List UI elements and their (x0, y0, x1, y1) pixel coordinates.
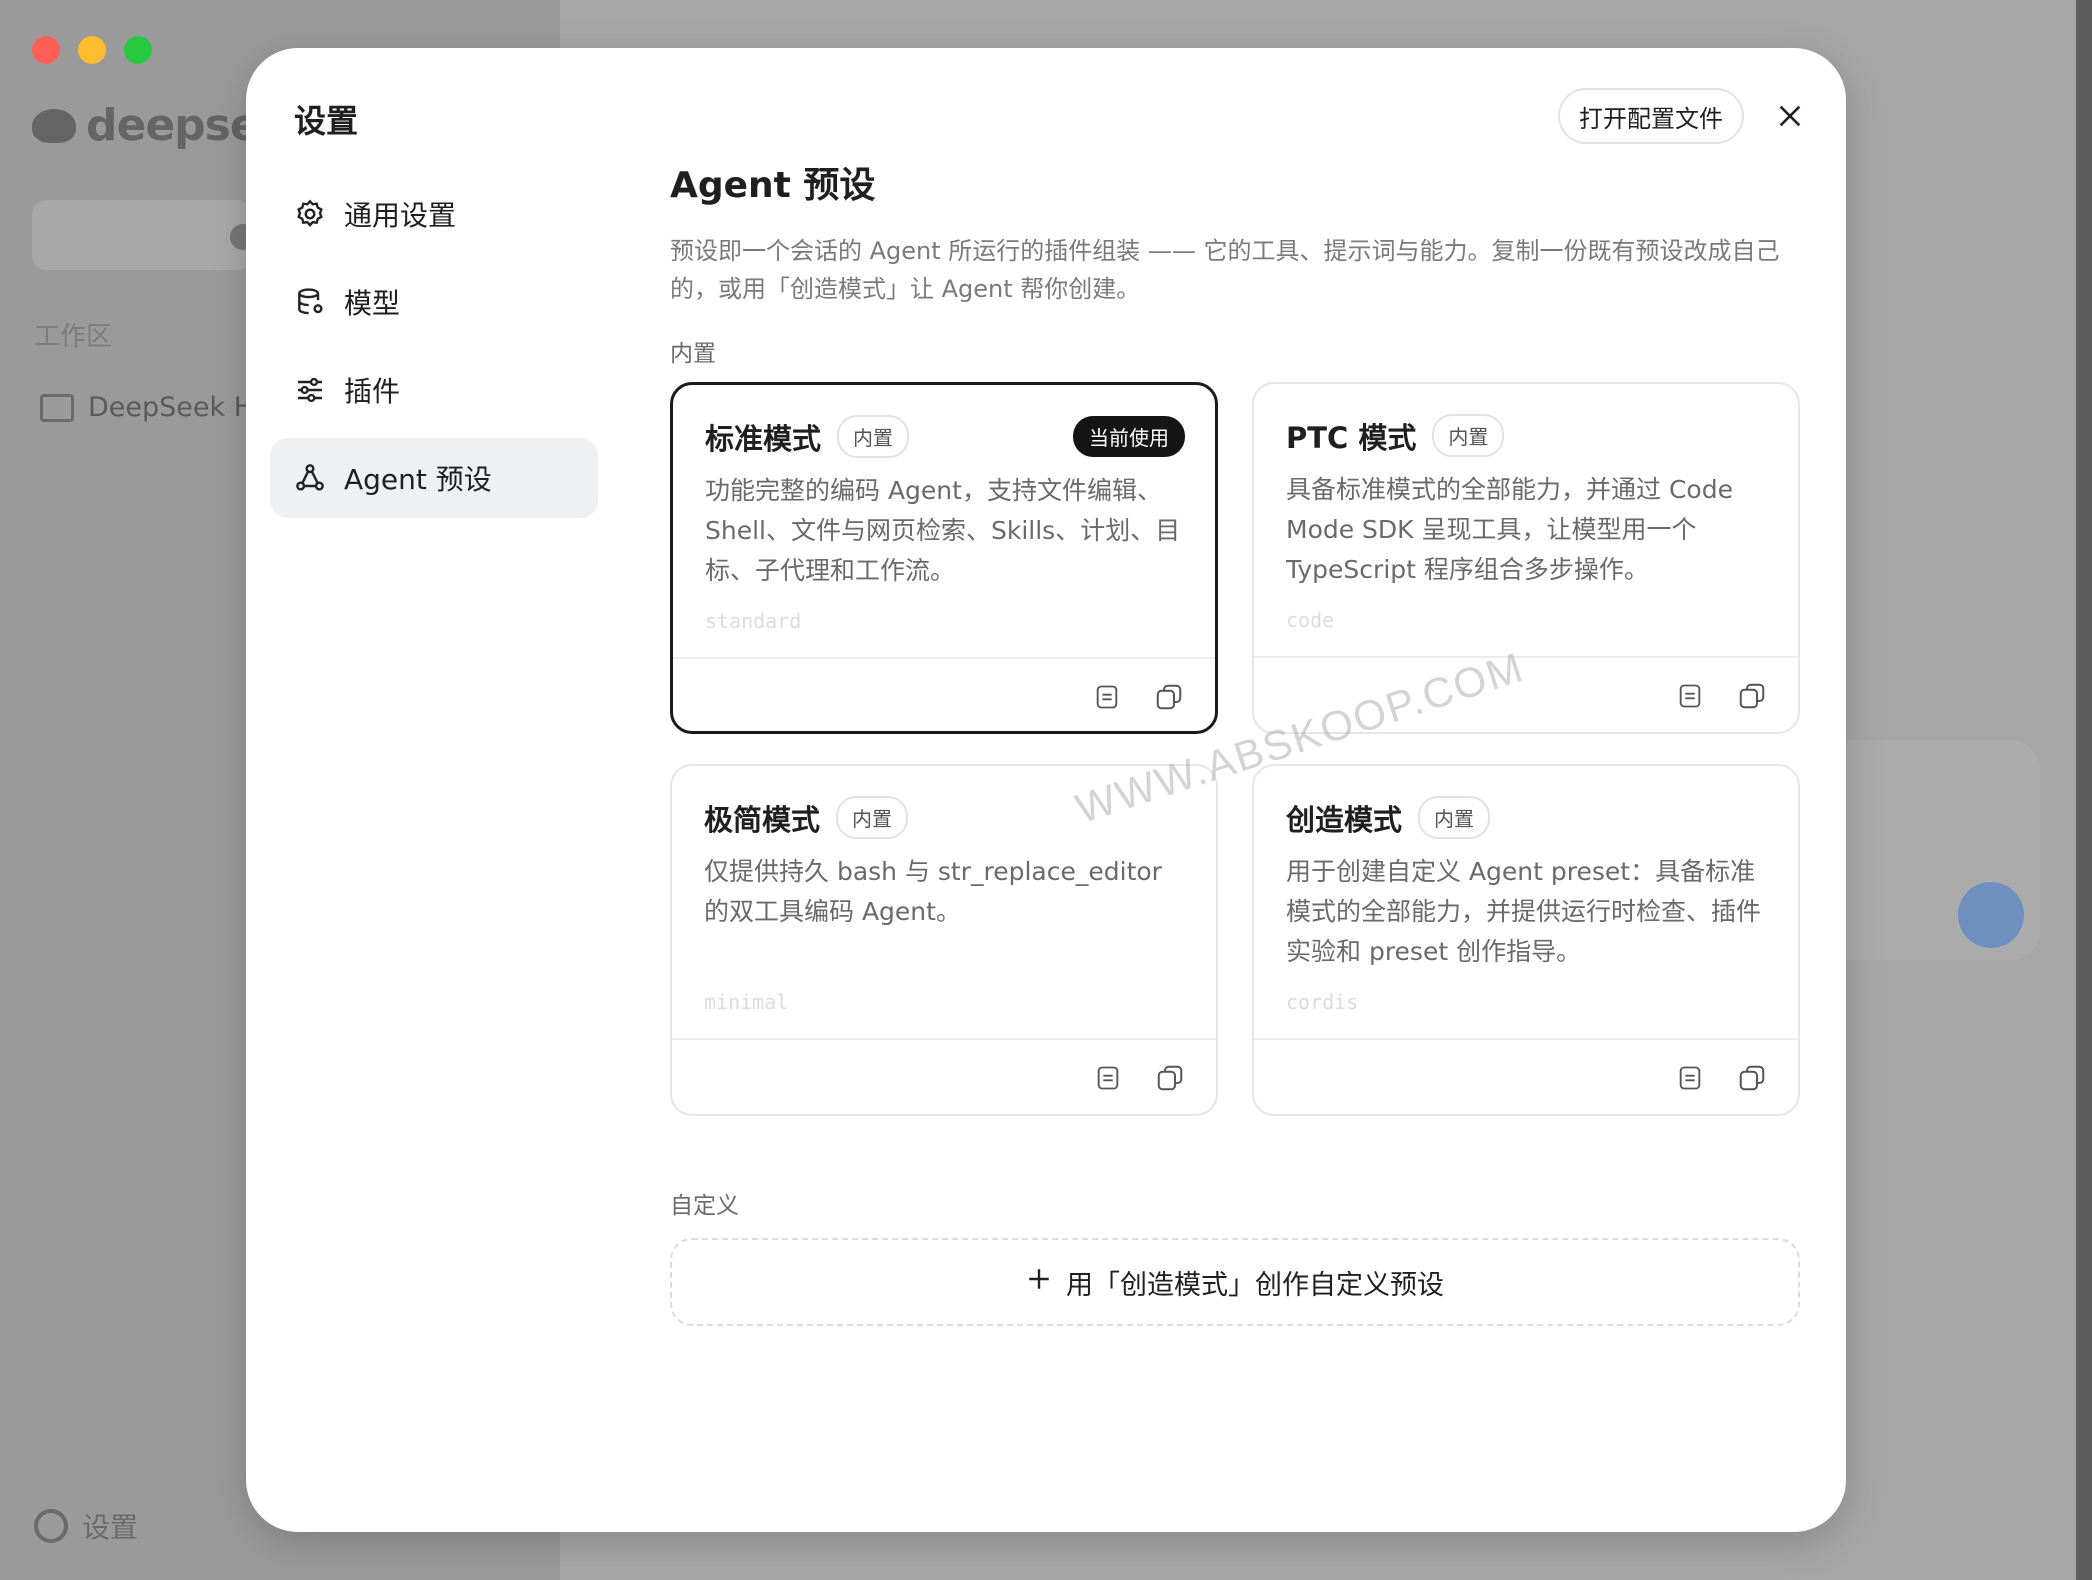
workspace-section-label: 工作区 (34, 322, 113, 352)
plus-icon (1026, 1266, 1052, 1299)
gear-icon (34, 1509, 68, 1543)
nav-item-models[interactable]: 模型 (270, 262, 598, 342)
modal-title: 设置 (294, 102, 359, 140)
send-icon (1958, 882, 2024, 948)
background-settings-label: 设置 (82, 1511, 139, 1544)
view-doc-icon[interactable] (1091, 681, 1123, 713)
preset-id: standard (705, 609, 802, 633)
preset-id: code (1286, 608, 1335, 632)
view-doc-icon[interactable] (1674, 1062, 1706, 1094)
page-title: Agent 预设 (670, 165, 876, 206)
preset-card-standard[interactable]: 标准模式 内置 当前使用 功能完整的编码 Agent，支持文件编辑、Shell、… (670, 382, 1218, 734)
create-custom-preset-button[interactable]: 用「创造模式」创作自定义预设 (670, 1238, 1800, 1326)
card-actions (1674, 1062, 1768, 1094)
whale-logo-icon (32, 108, 76, 143)
card-divider (1254, 1038, 1798, 1040)
preset-description: 用于创建自定义 Agent preset：具备标准模式的全部能力，并提供运行时检… (1286, 857, 1762, 966)
window-minimize-dot[interactable] (78, 36, 106, 64)
nav-item-label: Agent 预设 (344, 463, 492, 496)
create-custom-label: 用「创造模式」创作自定义预设 (1066, 1269, 1444, 1301)
page-description: 预设即一个会话的 Agent 所运行的插件组装 —— 它的工具、提示词与能力。复… (670, 237, 1780, 303)
preset-grid: 标准模式 内置 当前使用 功能完整的编码 Agent，支持文件编辑、Shell、… (670, 382, 1800, 1122)
background-edge (2076, 0, 2092, 1580)
nav-item-agent-presets[interactable]: Agent 预设 (270, 438, 598, 518)
preset-title: 标准模式 (705, 421, 822, 456)
nav-item-general[interactable]: 通用设置 (270, 174, 598, 254)
view-doc-icon[interactable] (1674, 680, 1706, 712)
builtin-badge: 内置 (1432, 414, 1505, 457)
copy-icon[interactable] (1736, 680, 1768, 712)
preset-title: 极简模式 (704, 802, 821, 837)
nav-item-label: 插件 (344, 375, 401, 408)
preset-card-cordis[interactable]: 创造模式 内置 用于创建自定义 Agent preset：具备标准模式的全部能力… (1252, 764, 1800, 1116)
workspace-folder-item: DeepSeek H (40, 392, 254, 423)
builtin-badge: 内置 (1418, 796, 1491, 839)
preset-card-code[interactable]: PTC 模式 内置 具备标准模式的全部能力，并通过 Code Mode SDK … (1252, 382, 1800, 734)
card-divider (1254, 656, 1798, 658)
card-actions (1091, 681, 1185, 713)
custom-section-label: 自定义 (670, 1193, 739, 1219)
database-icon (294, 286, 326, 318)
copy-icon[interactable] (1154, 1062, 1186, 1094)
preset-card-header: 创造模式 内置 (1286, 796, 1768, 839)
preset-card-header: 极简模式 内置 (704, 796, 1186, 839)
preset-title: 创造模式 (1286, 802, 1403, 837)
view-doc-icon[interactable] (1092, 1062, 1124, 1094)
preset-description: 具备标准模式的全部能力，并通过 Code Mode SDK 呈现工具，让模型用一… (1286, 475, 1733, 584)
preset-card-header: 标准模式 内置 当前使用 (705, 415, 1185, 458)
preset-id: minimal (704, 990, 789, 1014)
preset-id: cordis (1286, 990, 1359, 1014)
copy-icon[interactable] (1153, 681, 1185, 713)
nav-item-label: 模型 (344, 287, 401, 320)
window-close-dot[interactable] (32, 36, 60, 64)
preset-card-header: PTC 模式 内置 (1286, 414, 1768, 457)
sliders-icon (294, 374, 326, 406)
preset-description: 仅提供持久 bash 与 str_replace_editor 的双工具编码 A… (704, 857, 1162, 926)
presets-content: Agent 预设 预设即一个会话的 Agent 所运行的插件组装 —— 它的工具… (670, 156, 1800, 368)
preset-title: PTC 模式 (1286, 420, 1417, 455)
open-config-button[interactable]: 打开配置文件 (1558, 88, 1744, 144)
card-divider (673, 657, 1215, 659)
nav-item-label: 通用设置 (344, 199, 457, 232)
window-zoom-dot[interactable] (124, 36, 152, 64)
preset-card-minimal[interactable]: 极简模式 内置 仅提供持久 bash 与 str_replace_editor … (670, 764, 1218, 1116)
nav-item-plugins[interactable]: 插件 (270, 350, 598, 430)
folder-icon (40, 393, 74, 422)
settings-nav: 通用设置 模型 插件 Agent 预设 (270, 174, 598, 526)
builtin-section-label: 内置 (670, 341, 716, 367)
current-badge: 当前使用 (1073, 416, 1185, 457)
background-settings-link: 设置 (34, 1506, 138, 1546)
card-actions (1092, 1062, 1186, 1094)
card-actions (1674, 680, 1768, 712)
close-icon[interactable] (1770, 96, 1810, 136)
builtin-badge: 内置 (837, 415, 910, 458)
preset-description: 功能完整的编码 Agent，支持文件编辑、Shell、文件与网页检索、Skill… (705, 476, 1181, 585)
folder-label: DeepSeek H (88, 392, 255, 423)
gear-icon (294, 198, 326, 230)
card-divider (672, 1038, 1216, 1040)
settings-modal: 设置 通用设置 模型 插件 Agent 预设 打开配置文件 Agent 预设 预… (246, 48, 1846, 1532)
nodes-icon (294, 462, 326, 494)
builtin-badge: 内置 (836, 796, 909, 839)
background-search-box (32, 200, 256, 270)
copy-icon[interactable] (1736, 1062, 1768, 1094)
